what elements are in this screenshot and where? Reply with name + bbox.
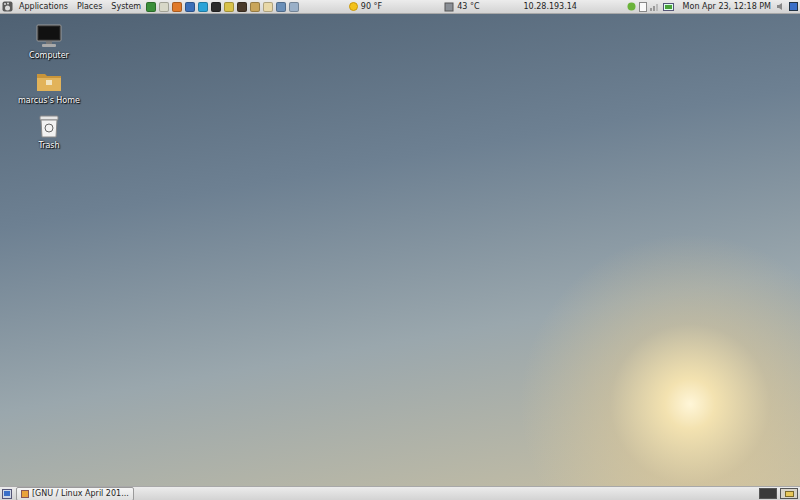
computer-icon	[36, 24, 62, 48]
ip-address: 10.28.193.14	[523, 1, 576, 13]
sun-icon	[349, 2, 358, 11]
mini-window	[785, 491, 794, 497]
launcher-icon[interactable]	[211, 2, 221, 12]
launcher-icon[interactable]	[224, 2, 234, 12]
task-button[interactable]: [GNU / Linux April 201...	[16, 487, 134, 500]
menu-item[interactable]: Applications	[16, 1, 71, 13]
system-tray	[627, 2, 675, 12]
launcher-icon[interactable]	[289, 2, 299, 12]
cpu-temperature[interactable]: 43 °C	[444, 1, 479, 13]
trash-icon	[36, 114, 62, 138]
launcher-icon[interactable]	[159, 2, 169, 12]
workspace-switcher	[759, 488, 798, 499]
folder-icon	[36, 69, 62, 93]
desktop-icon[interactable]: marcus's Home	[18, 69, 80, 108]
workspace[interactable]	[759, 488, 777, 499]
shutdown-icon	[789, 2, 798, 11]
chip-icon	[444, 2, 454, 12]
screen: ApplicationsPlacesSystem 90 °F 43 °C 10.28.…	[0, 0, 800, 500]
launcher-icon[interactable]	[276, 2, 286, 12]
desktop-icon[interactable]: Trash	[18, 114, 80, 153]
menu-item[interactable]: System	[108, 1, 144, 13]
weather[interactable]: 90 °F	[349, 1, 382, 13]
signal-icon	[650, 2, 660, 11]
battery-icon	[663, 3, 675, 11]
launcher-icon[interactable]	[172, 2, 182, 12]
top-panel: ApplicationsPlacesSystem 90 °F 43 °C 10.28.…	[0, 0, 800, 14]
launcher-icon[interactable]	[185, 2, 195, 12]
launcher-icon[interactable]	[237, 2, 247, 12]
volume-icon	[776, 2, 786, 11]
launcher-icon[interactable]	[250, 2, 260, 12]
menu-item[interactable]: Places	[74, 1, 105, 13]
document-icon	[639, 2, 647, 12]
gnome-foot-icon	[2, 1, 13, 12]
launcher-icon[interactable]	[198, 2, 208, 12]
update-icon	[627, 2, 636, 11]
desktop-icon[interactable]: Computer	[18, 24, 80, 63]
launcher-icon[interactable]	[146, 2, 156, 12]
workspace[interactable]	[780, 488, 798, 499]
show-desktop-icon	[2, 489, 12, 499]
window-icon	[21, 490, 29, 498]
launcher-icon[interactable]	[263, 2, 273, 12]
launcher-bar	[146, 2, 299, 12]
clock[interactable]: Mon Apr 23, 12:18 PM	[683, 1, 771, 13]
desktop: Computer marcus's Home Trash	[0, 14, 800, 486]
bottom-panel: [GNU / Linux April 201...	[0, 486, 800, 500]
